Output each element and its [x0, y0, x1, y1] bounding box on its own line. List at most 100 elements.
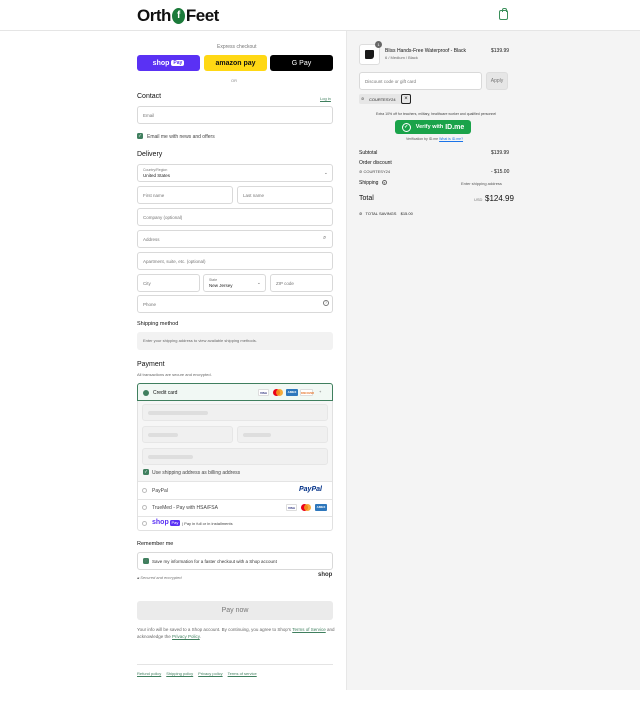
security-code-field[interactable] [237, 426, 328, 443]
discount-value: - $15.00 [491, 169, 510, 175]
shopping-bag-icon[interactable] [499, 8, 508, 20]
order-discount-code: ⊘ COURTESY24 [359, 169, 390, 174]
footer-links: Refund policy Shipping policy Privacy po… [137, 671, 257, 676]
remember-checkbox[interactable]: ✓ [143, 558, 149, 564]
country-select[interactable]: Country/Region United States ⌄ [137, 164, 333, 182]
zip-field[interactable]: ZIP code [270, 274, 333, 292]
discover-icon: DISCOVER [300, 389, 314, 396]
idme-brand: ID.me [445, 123, 465, 131]
apply-button[interactable]: Apply [486, 72, 508, 90]
credit-card-label: Credit card [153, 390, 178, 396]
legal-text-1: Your info will be saved to a Shop accoun… [137, 627, 292, 632]
expiry-field[interactable] [142, 426, 233, 443]
amazon-pay-button[interactable]: amazon pay [204, 55, 267, 71]
state-label: State [209, 278, 218, 282]
info-icon[interactable]: ? [381, 180, 387, 185]
header [0, 0, 640, 31]
or-divider: OR [231, 78, 237, 83]
shoppay-installments-option[interactable]: shop Pay | Pay in full or in installment… [138, 517, 332, 531]
radio-icon [142, 521, 147, 526]
name-on-card-field[interactable] [142, 448, 328, 465]
truemed-label: TrueMed - Pay with HSA/FSA [152, 505, 218, 511]
apply-label: Apply [490, 78, 504, 84]
privacy-policy-link[interactable]: Privacy policy [198, 671, 222, 676]
idme-verify-text: Verification by ID.me [406, 137, 439, 141]
logo-text-left: Orth [137, 6, 171, 25]
last-name-field[interactable]: Last name [237, 186, 333, 204]
terms-of-service-link[interactable]: Terms of service [228, 671, 257, 676]
last-name-placeholder: Last name [243, 193, 265, 198]
contact-heading: Contact [137, 93, 162, 100]
currency-code: USD [474, 197, 483, 202]
shop-logo: shop [318, 572, 333, 578]
order-discount-code-text: COURTESY24 [363, 169, 391, 174]
email-field[interactable]: Email [137, 106, 333, 124]
subtotal-value: $139.99 [491, 150, 510, 156]
visa-icon: VISA [258, 389, 269, 396]
state-value: New Jersey [209, 283, 233, 288]
terms-link[interactable]: Terms of Service [292, 627, 326, 632]
first-name-field[interactable]: First name [137, 186, 233, 204]
product-price: $139.99 [491, 48, 510, 54]
remember-me-box[interactable]: ✓ Save my information for a faster check… [137, 552, 333, 570]
discount-input[interactable]: Discount code or gift card [359, 72, 482, 90]
login-link[interactable]: Log in [320, 96, 331, 101]
shipping-method-heading: Shipping method [137, 321, 179, 327]
apartment-placeholder: Apartment, suite, etc. (optional) [143, 259, 206, 264]
total-savings: ⊘ TOTAL SAVINGS $15.00 [359, 211, 413, 216]
shop-pay-logo: shop [152, 519, 169, 526]
billing-checkbox[interactable]: ✓ [143, 469, 149, 475]
help-icon[interactable]: ? [323, 300, 329, 306]
shipping-notice-text: Enter your shipping address to view avai… [143, 338, 257, 343]
tag-icon: ⊘ [359, 211, 363, 216]
shipping-value: Enter shipping address [461, 181, 502, 186]
legal-text-3: . [199, 634, 201, 639]
address-placeholder: Address [143, 237, 160, 242]
address-field[interactable]: Address ⌕ [137, 230, 333, 248]
shipping-label-text: Shipping [359, 180, 379, 186]
total-label: Total [359, 195, 374, 202]
apartment-field[interactable]: Apartment, suite, etc. (optional) [137, 252, 333, 270]
payment-heading: Payment [137, 361, 165, 368]
chevron-down-icon: ⌄ [257, 280, 261, 285]
visa-icon: VISA [286, 504, 297, 511]
pay-now-button[interactable]: Pay now [137, 601, 333, 620]
what-is-idme-link[interactable]: What is ID.me? [439, 137, 463, 141]
refund-policy-link[interactable]: Refund policy [137, 671, 161, 676]
idme-note: Extra 10% off for teachers, military, he… [376, 112, 497, 116]
google-pay-button[interactable]: G Pay [270, 55, 333, 71]
secure-label: Secured and encrypted [140, 575, 182, 580]
country-value: United States [143, 173, 171, 178]
radio-icon [142, 488, 147, 493]
zip-placeholder: ZIP code [276, 281, 294, 286]
pay-now-label: Pay now [221, 607, 249, 614]
product-name: Bliss Hands-Free Waterproof - Black [385, 48, 466, 54]
shipping-policy-link[interactable]: Shipping policy [166, 671, 193, 676]
credit-card-option[interactable]: Credit card VISA AMEX DISCOVER + [137, 383, 333, 401]
state-select[interactable]: State New Jersey ⌄ [203, 274, 266, 292]
paypal-option[interactable]: PayPal PayPal [138, 482, 332, 499]
logo-text-right: Feet [185, 6, 219, 25]
news-checkbox[interactable]: ✓ [137, 133, 143, 139]
quantity-badge: 1 [375, 41, 382, 48]
shop-pay-button[interactable]: shop Pay [137, 55, 200, 71]
truemed-option[interactable]: TrueMed - Pay with HSA/FSA VISA AMEX [138, 500, 332, 516]
phone-field[interactable]: Phone ? [137, 295, 333, 313]
city-placeholder: City [143, 281, 151, 286]
amex-icon: AMEX [315, 504, 327, 511]
company-field[interactable]: Company (optional) [137, 208, 333, 226]
city-field[interactable]: City [137, 274, 200, 292]
chevron-down-icon: ⌄ [324, 170, 328, 175]
orthofeet-logo[interactable]: Orth f Feet [137, 6, 219, 26]
subtotal-label: Subtotal [359, 150, 378, 156]
email-placeholder: Email [143, 113, 155, 118]
order-summary-panel [346, 31, 640, 690]
remove-discount-button[interactable]: × [401, 94, 411, 104]
card-number-field[interactable] [142, 404, 328, 421]
discount-tag-code: COURTESY24 [369, 96, 396, 102]
savings-label: TOTAL SAVINGS [365, 211, 397, 216]
lock-icon: 🔒︎ [137, 575, 140, 580]
shop-pay-badge: Pay [171, 60, 185, 66]
verify-idme-button[interactable]: ✓ Verify with ID.me [395, 120, 471, 134]
privacy-link[interactable]: Privacy Policy [172, 634, 200, 639]
